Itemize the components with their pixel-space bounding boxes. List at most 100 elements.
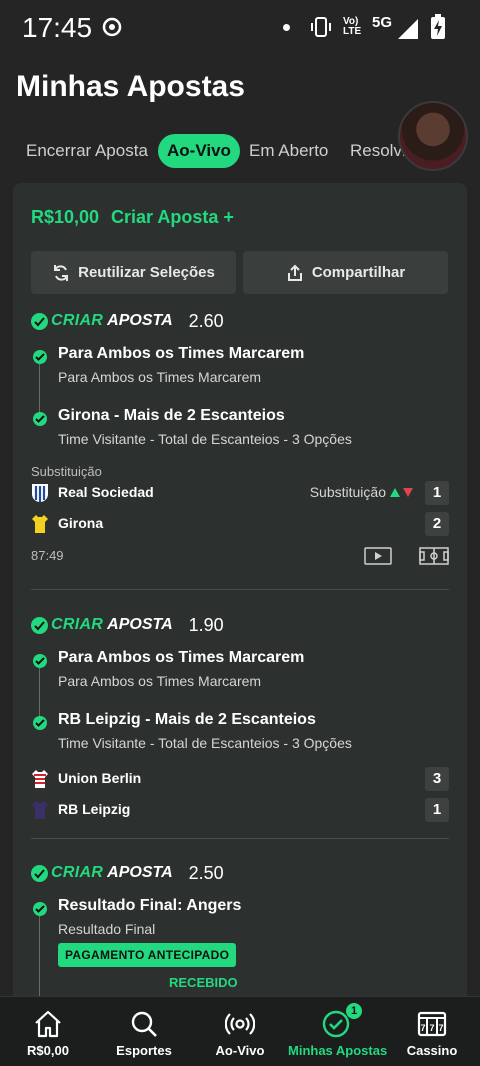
bet-item: CRIAR APOSTA 2.60 Para Ambos os Times Ma… — [13, 310, 467, 590]
svg-text:7: 7 — [429, 1023, 434, 1033]
nav-label: Ao-Vivo — [215, 1043, 265, 1058]
brand-criar: CRIAR — [51, 312, 104, 329]
selection-title: RB Leipzig - Mais de 2 Escanteios — [58, 711, 316, 728]
bet-header: CRIAR APOSTA 2.60 — [31, 310, 224, 332]
union-berlin-shirt-icon — [32, 770, 48, 788]
team-row: RB Leipzig 1 — [31, 798, 449, 822]
substitution-indicator: Substituição — [310, 484, 413, 500]
bet-odds: 1.90 — [188, 614, 224, 635]
selection-subtitle: Resultado Final — [58, 921, 156, 937]
team-score: 3 — [425, 767, 449, 791]
check-circle-icon — [33, 716, 47, 730]
team-name: Union Berlin — [58, 770, 142, 786]
girona-shirt-icon — [32, 515, 48, 533]
svg-text:7: 7 — [438, 1023, 443, 1033]
team-row: Real Sociedad Substituição 1 — [31, 481, 449, 505]
brand-criar: CRIAR — [51, 616, 104, 633]
share-icon — [287, 264, 302, 281]
page-title: Minhas Apostas — [16, 70, 245, 103]
arrow-up-icon — [390, 488, 400, 497]
substitution-note: Substituição — [309, 484, 386, 500]
check-circle-icon — [31, 864, 48, 882]
reuse-selections-button[interactable]: Reutilizar Seleções — [31, 251, 236, 294]
check-circle-icon — [33, 412, 47, 426]
early-payout-badge: PAGAMENTO ANTECIPADO — [58, 943, 237, 967]
selection-connector — [39, 360, 40, 418]
bottom-navigation: R$0,00 Esportes Ao-Vivo 1 Minhas Apostas… — [0, 996, 480, 1066]
bet-item: CRIAR APOSTA 1.90 Para Ambos os Times Ma… — [13, 614, 467, 834]
check-circle-icon — [31, 312, 48, 330]
brand-aposta: APOSTA — [107, 312, 173, 329]
nav-label: R$0,00 — [27, 1043, 69, 1058]
selection-title: Para Ambos os Times Marcarem — [58, 345, 305, 362]
selection-title: Girona - Mais de 2 Escanteios — [58, 407, 285, 424]
bet-header: CRIAR APOSTA 1.90 — [31, 614, 224, 636]
selection-subtitle: Para Ambos os Times Marcarem — [58, 369, 262, 385]
video-play-icon[interactable] — [364, 547, 392, 565]
status-time: 17:45 — [22, 12, 93, 43]
check-circle-icon — [33, 350, 47, 364]
check-circle-icon — [33, 654, 47, 668]
selection-title: Para Ambos os Times Marcarem — [58, 649, 305, 666]
nav-balance[interactable]: R$0,00 — [0, 997, 96, 1066]
nav-label: Esportes — [116, 1043, 172, 1058]
selection-subtitle: Time Visitante - Total de Escanteios - 3… — [58, 431, 352, 447]
brand-criar: CRIAR — [51, 864, 104, 881]
video-overlay-avatar — [398, 101, 468, 171]
bet-header: CRIAR APOSTA 2.50 — [31, 862, 224, 884]
reuse-selections-label: Reutilizar Seleções — [78, 264, 215, 281]
bet-item: CRIAR APOSTA 2.50 Resultado Final: Anger… — [13, 862, 467, 1003]
team-score: 1 — [425, 481, 449, 505]
arrow-down-icon — [403, 488, 413, 497]
team-score: 1 — [425, 798, 449, 822]
selection-connector — [39, 912, 40, 1003]
vibrate-icon — [311, 17, 331, 37]
slot-machine-icon: 777 — [417, 1011, 447, 1037]
brand-aposta: APOSTA — [107, 864, 173, 881]
nav-my-bets[interactable]: 1 Minhas Apostas — [288, 997, 388, 1066]
live-bet-card: R$10,00 Criar Aposta + Reutilizar Seleçõ… — [13, 183, 467, 1003]
tab-ao-vivo[interactable]: Ao-Vivo — [158, 134, 240, 168]
selection-title: Resultado Final: Angers — [58, 897, 242, 914]
selection-subtitle: Para Ambos os Times Marcarem — [58, 673, 262, 689]
team-name: RB Leipzig — [58, 801, 131, 817]
notification-dot-icon — [283, 24, 290, 31]
nav-live[interactable]: Ao-Vivo — [192, 997, 288, 1066]
bet-odds: 2.60 — [188, 310, 224, 331]
signal-icon — [398, 19, 418, 39]
home-icon — [35, 1010, 61, 1038]
network-type: 5G — [372, 14, 393, 31]
bet-odds: 2.50 — [188, 862, 224, 883]
nav-label: Minhas Apostas — [288, 1043, 388, 1058]
status-bar: 17:45 Vo) LTE 5G — [0, 0, 480, 56]
match-clock: 87:49 — [31, 548, 64, 563]
nav-label: Cassino — [406, 1043, 458, 1058]
bet-divider — [31, 589, 449, 590]
volte-indicator: Vo) LTE — [343, 16, 362, 37]
nav-badge: 1 — [346, 1003, 362, 1019]
live-icon — [225, 1013, 255, 1035]
selection-connector — [39, 664, 40, 722]
selection-subtitle: Time Visitante - Total de Escanteios - 3… — [58, 735, 352, 751]
check-circle-icon — [33, 902, 47, 916]
refresh-icon — [54, 264, 69, 281]
pitch-tracker-icon[interactable] — [419, 547, 449, 565]
tab-encerrar-aposta[interactable]: Encerrar Aposta — [26, 134, 148, 168]
search-icon — [131, 1011, 157, 1037]
tab-em-aberto[interactable]: Em Aberto — [249, 134, 328, 168]
team-row: Union Berlin 3 — [31, 767, 449, 791]
substitution-label: Substituição — [31, 464, 102, 479]
team-name: Real Sociedad — [58, 484, 154, 500]
share-button[interactable]: Compartilhar — [243, 251, 448, 294]
received-label: RECEBIDO — [169, 975, 238, 990]
brand-aposta: APOSTA — [107, 616, 173, 633]
settings-status-icon — [102, 17, 122, 37]
share-label: Compartilhar — [311, 264, 406, 281]
real-sociedad-crest-icon — [32, 484, 48, 502]
nav-sports[interactable]: Esportes — [96, 997, 192, 1066]
nav-casino[interactable]: 777 Cassino — [384, 997, 480, 1066]
stake-amount: R$10,00 — [31, 207, 100, 227]
create-bet-link[interactable]: Criar Aposta + — [111, 207, 234, 228]
battery-charging-icon — [431, 14, 445, 39]
team-score: 2 — [425, 512, 449, 536]
